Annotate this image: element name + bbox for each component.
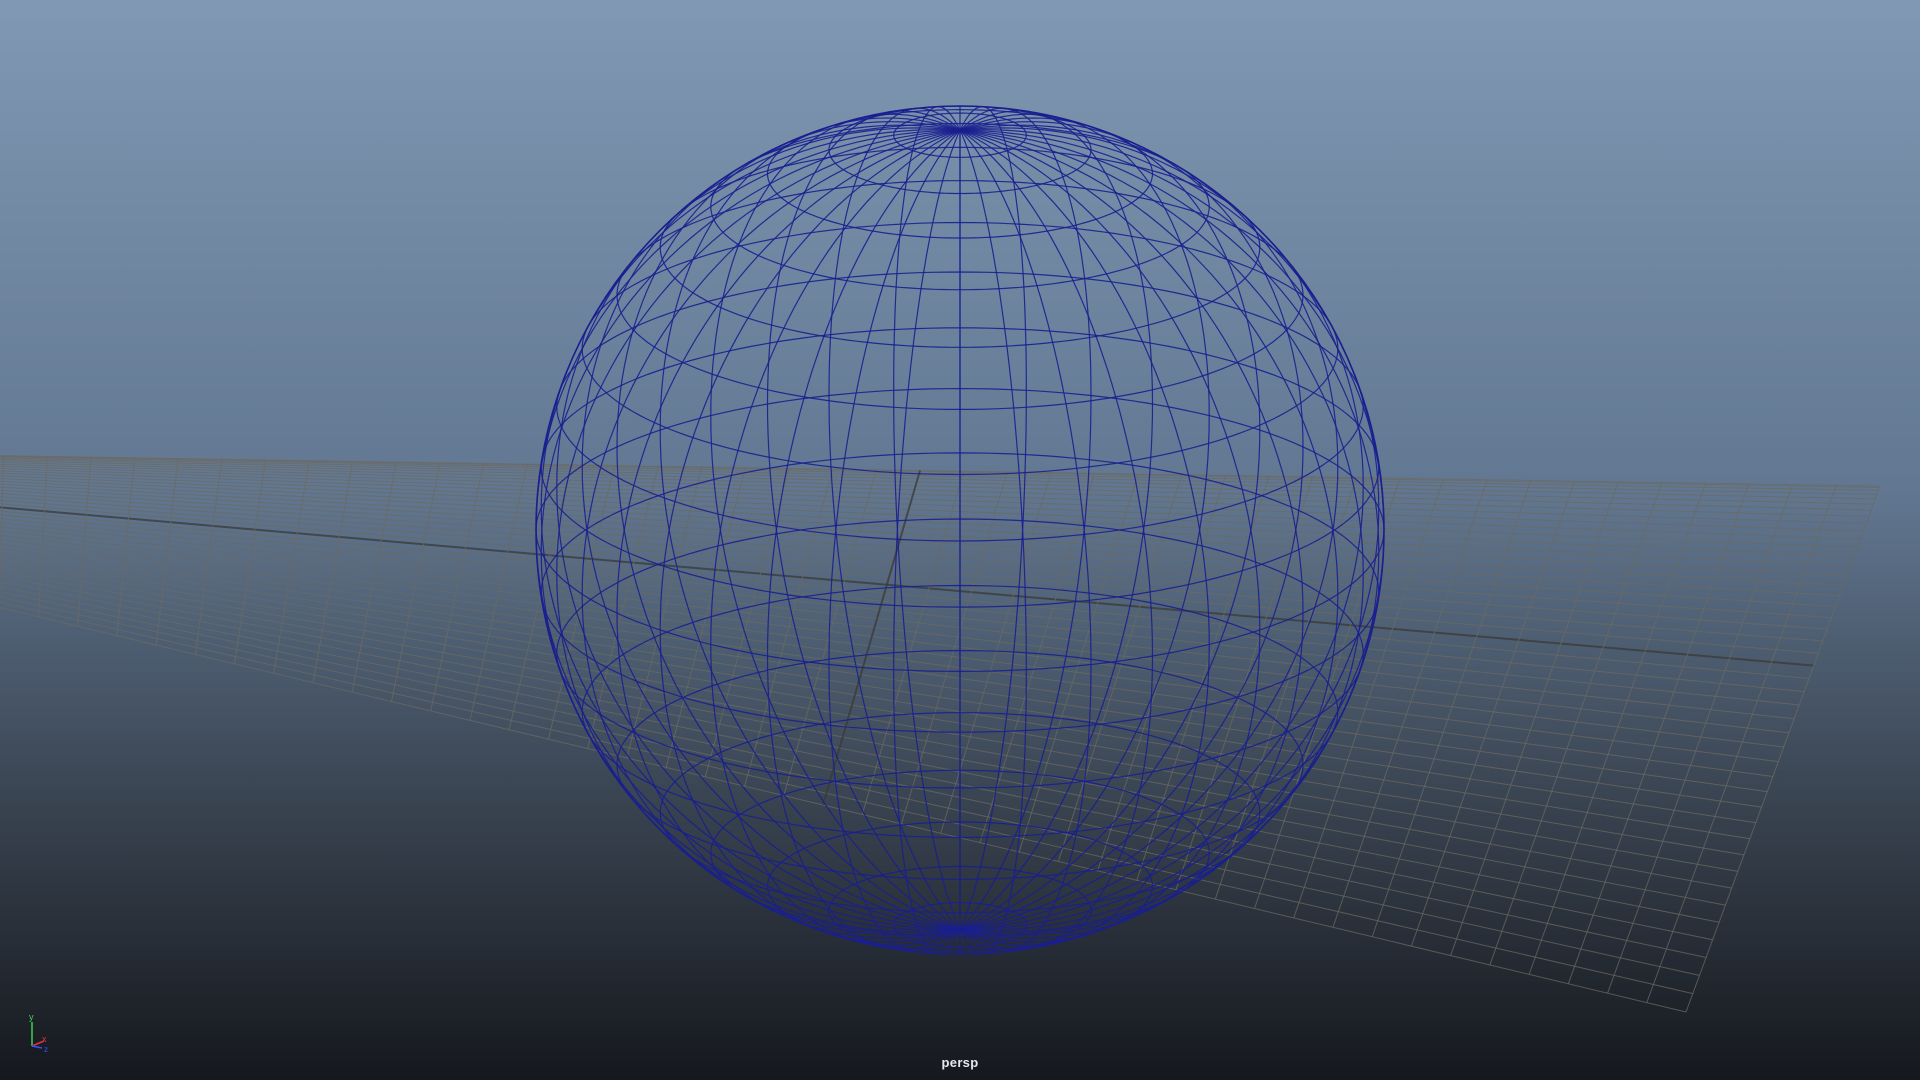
viewport-scene[interactable] [0, 0, 1920, 1080]
camera-name-label: persp [941, 1055, 979, 1070]
axis-y-label: y [29, 1012, 34, 1022]
axis-gizmo-icon: y x z [29, 1012, 48, 1052]
axis-z-label: z [44, 1045, 48, 1052]
perspective-viewport[interactable]: persp y x z [0, 0, 1920, 1080]
axis-x-label: x [42, 1034, 47, 1044]
